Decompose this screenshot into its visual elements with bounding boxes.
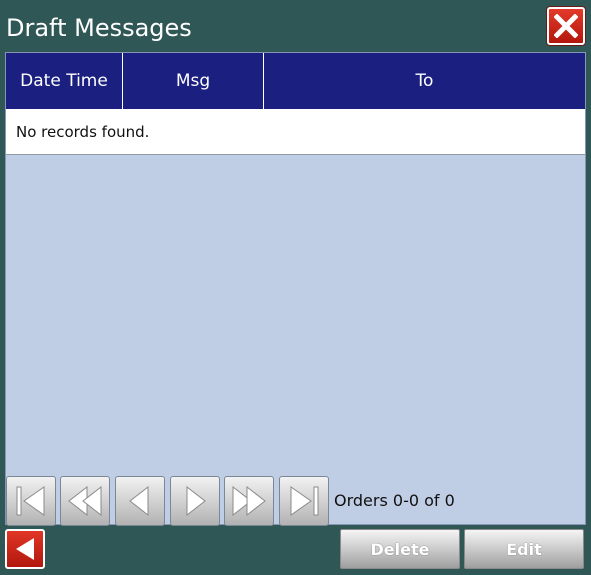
last-page-button[interactable] <box>279 476 329 526</box>
edit-button[interactable]: Edit <box>464 529 584 569</box>
delete-button[interactable]: Delete <box>340 529 460 569</box>
window-title: Draft Messages <box>6 14 192 42</box>
fast-back-button[interactable] <box>60 476 110 526</box>
next-icon <box>186 485 206 517</box>
column-header-msg[interactable]: Msg <box>123 53 264 109</box>
close-button[interactable] <box>547 7 585 45</box>
next-button[interactable] <box>170 476 220 526</box>
pager-status: Orders 0-0 of 0 <box>334 491 455 510</box>
column-header-date-time[interactable]: Date Time <box>6 53 123 109</box>
grid-header: Date Time Msg To <box>6 53 585 109</box>
close-icon <box>554 14 578 38</box>
empty-message: No records found. <box>6 109 585 155</box>
previous-button[interactable] <box>115 476 165 526</box>
messages-grid: Date Time Msg To No records found. <box>5 52 586 525</box>
back-button[interactable] <box>5 529 45 569</box>
first-page-icon <box>16 486 45 516</box>
back-arrow-icon <box>16 538 34 560</box>
previous-icon <box>129 485 149 517</box>
column-header-to[interactable]: To <box>264 53 585 109</box>
fast-back-icon <box>68 485 102 517</box>
fast-forward-icon <box>232 485 266 517</box>
last-page-icon <box>290 486 319 516</box>
first-page-button[interactable] <box>6 476 56 526</box>
fast-forward-button[interactable] <box>224 476 274 526</box>
